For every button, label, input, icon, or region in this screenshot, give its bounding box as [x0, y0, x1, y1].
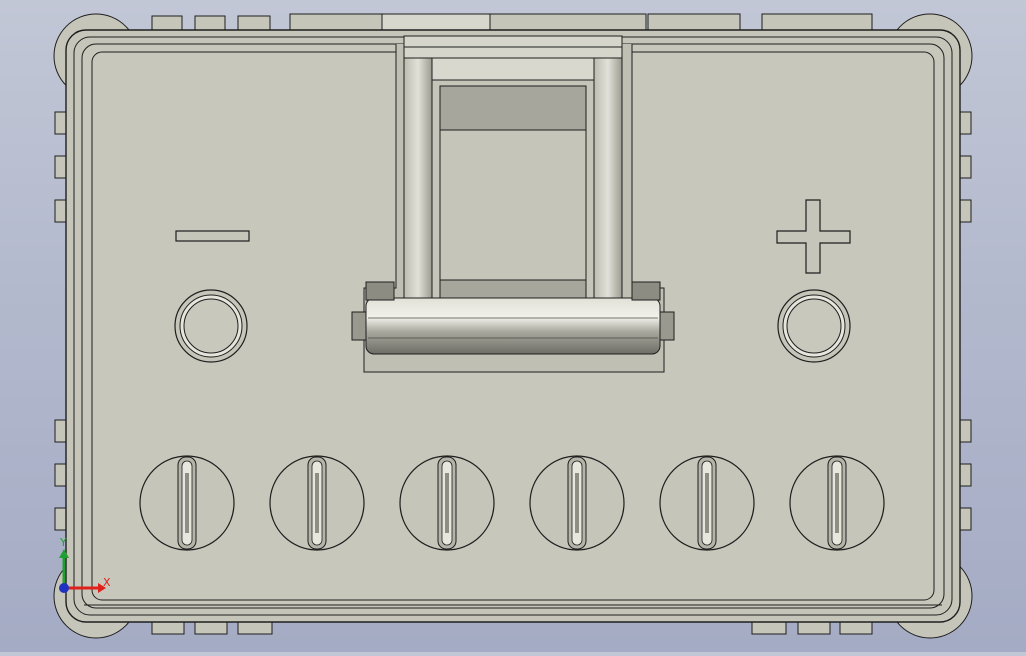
minus-symbol — [175, 230, 250, 242]
cad-viewport[interactable]: X Y — [0, 0, 1026, 652]
vent-cap[interactable] — [399, 455, 495, 551]
vent-cap[interactable] — [789, 455, 885, 551]
vent-cap[interactable] — [659, 455, 755, 551]
axis-x-label: X — [103, 576, 111, 589]
axis-y-label: Y — [59, 536, 67, 549]
negative-terminal[interactable] — [174, 289, 248, 363]
positive-terminal[interactable] — [777, 289, 851, 363]
vent-cap[interactable] — [139, 455, 235, 551]
vent-cap[interactable] — [529, 455, 625, 551]
vent-cap[interactable] — [269, 455, 365, 551]
